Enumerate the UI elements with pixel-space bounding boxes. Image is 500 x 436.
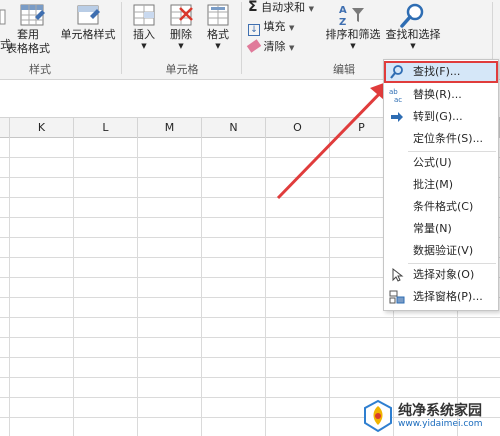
menu-item-selection-pane[interactable]: 选择窗格(P)...: [384, 286, 498, 308]
menu-item-goto-special-label: 定位条件(S)...: [413, 132, 484, 145]
menu-item-constants-label: 常量(N): [413, 222, 452, 235]
menu-item-conditional-formatting-label: 条件格式(C): [413, 200, 474, 213]
svg-text:ab: ab: [389, 88, 398, 96]
find-select-menu: 查找(F)... ab ac 替换(R)... 转到(G)... 定位条件(S).…: [383, 59, 499, 311]
svg-text:ac: ac: [394, 96, 402, 103]
menu-item-data-validation[interactable]: 数据验证(V): [384, 240, 498, 262]
site-watermark: 纯净系统家园 www.yidaimei.com: [352, 396, 500, 436]
selection-pane-icon: [389, 289, 405, 305]
menu-item-replace-label: 替换(R)...: [413, 88, 462, 101]
menu-item-formulas[interactable]: 公式(U): [384, 152, 498, 174]
menu-item-select-objects[interactable]: 选择对象(O): [384, 264, 498, 286]
menu-item-find[interactable]: 查找(F)...: [384, 61, 498, 83]
menu-item-comments-label: 批注(M): [413, 178, 454, 191]
watermark-logo: [364, 399, 392, 433]
watermark-url: www.yidaimei.com: [398, 419, 483, 429]
menu-item-replace[interactable]: ab ac 替换(R)...: [384, 84, 498, 106]
menu-item-comments[interactable]: 批注(M): [384, 174, 498, 196]
menu-item-selection-pane-label: 选择窗格(P)...: [413, 290, 483, 303]
menu-item-find-label: 查找(F)...: [413, 65, 461, 78]
menu-item-data-validation-label: 数据验证(V): [413, 244, 474, 257]
select-objects-icon: [389, 267, 405, 283]
watermark-title: 纯净系统家园: [398, 403, 482, 419]
menu-item-formulas-label: 公式(U): [413, 156, 452, 169]
goto-arrow-icon: [389, 109, 405, 125]
menu-item-conditional-formatting[interactable]: 条件格式(C): [384, 196, 498, 218]
menu-item-goto-label: 转到(G)...: [413, 110, 463, 123]
menu-item-goto[interactable]: 转到(G)...: [384, 106, 498, 128]
menu-item-constants[interactable]: 常量(N): [384, 218, 498, 240]
magnifier-icon: [389, 64, 405, 80]
menu-item-select-objects-label: 选择对象(O): [413, 268, 475, 281]
menu-item-goto-special[interactable]: 定位条件(S)...: [384, 128, 498, 150]
replace-ab-icon: ab ac: [389, 87, 405, 104]
